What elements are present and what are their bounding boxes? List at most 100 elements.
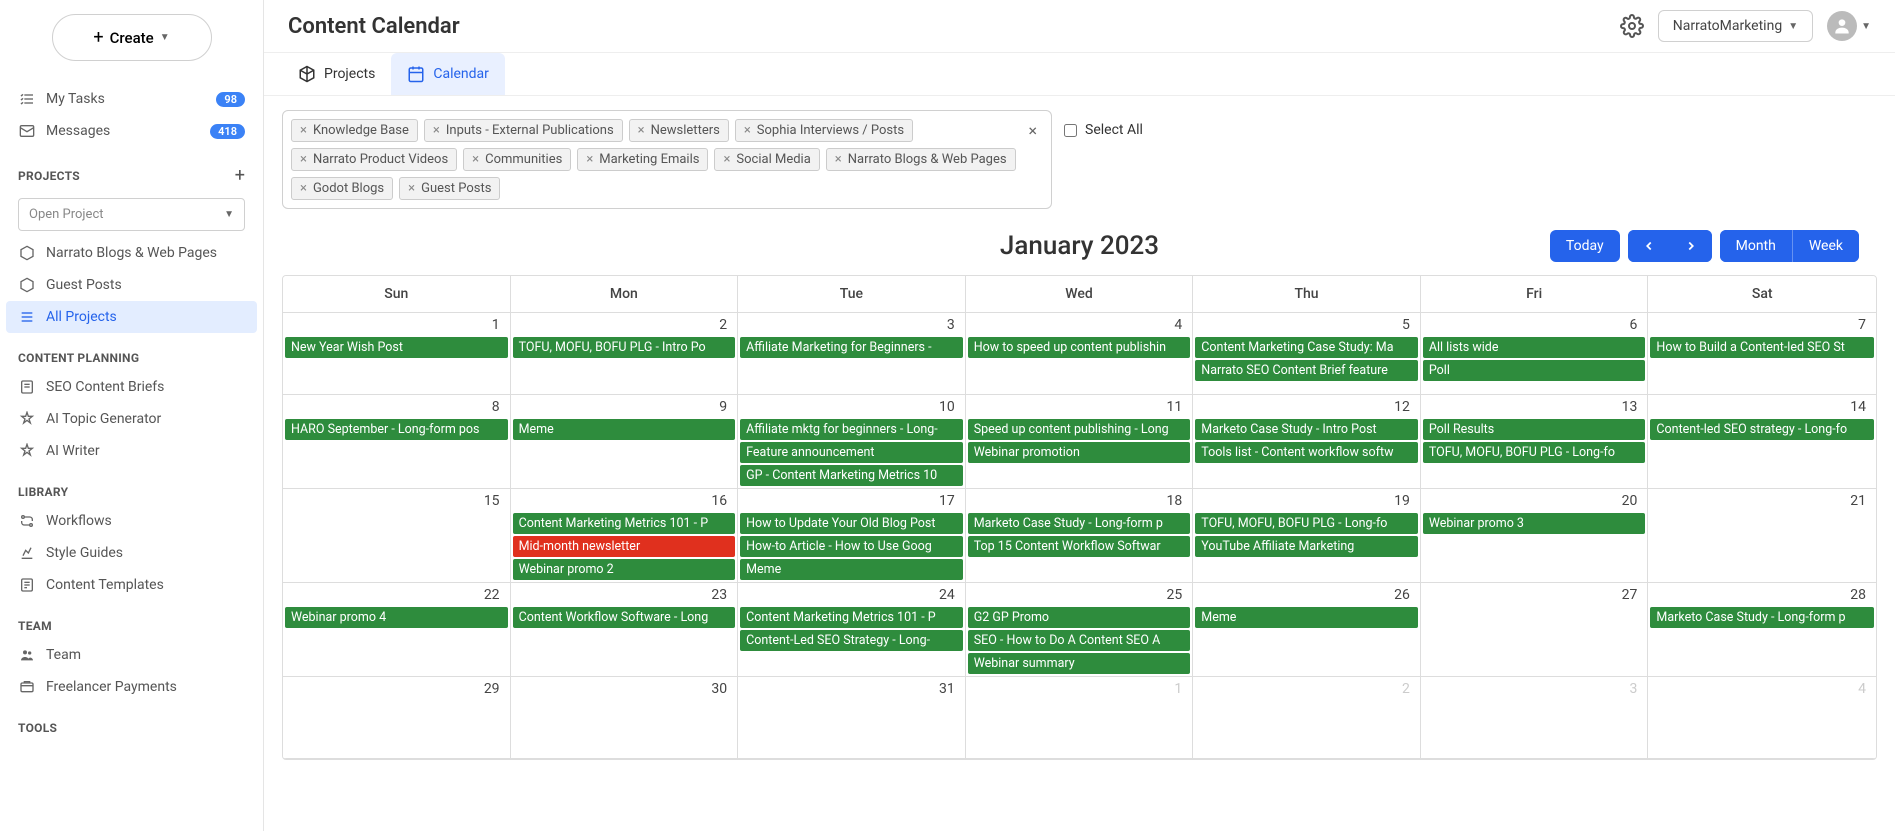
calendar-event[interactable]: Marketo Case Study - Long-form p: [1650, 607, 1874, 628]
calendar-event[interactable]: Content Workflow Software - Long: [513, 607, 736, 628]
calendar-event[interactable]: TOFU, MOFU, BOFU PLG - Long-fo: [1423, 442, 1646, 463]
remove-chip-icon[interactable]: ×: [408, 181, 415, 196]
calendar-cell[interactable]: 24Content Marketing Metrics 101 - PConte…: [738, 583, 966, 677]
calendar-event[interactable]: Affiliate Marketing for Beginners -: [740, 337, 963, 358]
filter-chip[interactable]: ×Knowledge Base: [291, 119, 418, 142]
week-view-button[interactable]: Week: [1792, 230, 1859, 262]
remove-chip-icon[interactable]: ×: [472, 152, 479, 167]
month-view-button[interactable]: Month: [1720, 230, 1792, 262]
calendar-event[interactable]: Meme: [1195, 607, 1418, 628]
tab-projects[interactable]: Projects: [282, 53, 391, 95]
calendar-event[interactable]: All lists wide: [1423, 337, 1646, 358]
calendar-event[interactable]: Narrato SEO Content Brief feature: [1195, 360, 1418, 381]
remove-chip-icon[interactable]: ×: [638, 123, 645, 138]
calendar-cell[interactable]: 30: [511, 677, 739, 759]
calendar-event[interactable]: Tools list - Content workflow softw: [1195, 442, 1418, 463]
calendar-event[interactable]: Marketo Case Study - Intro Post: [1195, 419, 1418, 440]
calendar-cell[interactable]: 10Affiliate mktg for beginners - Long-Fe…: [738, 395, 966, 489]
calendar-event[interactable]: Speed up content publishing - Long: [968, 419, 1191, 440]
calendar-event[interactable]: SEO - How to Do A Content SEO A: [968, 630, 1191, 651]
calendar-event[interactable]: Webinar promo 2: [513, 559, 736, 580]
sidebar-item-team[interactable]: Team: [0, 639, 263, 671]
today-button[interactable]: Today: [1550, 230, 1620, 262]
calendar-event[interactable]: Top 15 Content Workflow Softwar: [968, 536, 1191, 557]
calendar-cell[interactable]: 23Content Workflow Software - Long: [511, 583, 739, 677]
filter-chip[interactable]: ×Marketing Emails: [577, 148, 708, 171]
calendar-cell[interactable]: 11Speed up content publishing - LongWebi…: [966, 395, 1194, 489]
remove-chip-icon[interactable]: ×: [744, 123, 751, 138]
calendar-cell[interactable]: 1New Year Wish Post: [283, 313, 511, 395]
calendar-cell[interactable]: 22Webinar promo 4: [283, 583, 511, 677]
calendar-event[interactable]: Marketo Case Study - Long-form p: [968, 513, 1191, 534]
calendar-event[interactable]: Content-Led SEO Strategy - Long-: [740, 630, 963, 651]
calendar-event[interactable]: How to Update Your Old Blog Post: [740, 513, 963, 534]
tab-calendar[interactable]: Calendar: [391, 53, 505, 95]
calendar-event[interactable]: Meme: [513, 419, 736, 440]
clear-filters-icon[interactable]: ×: [1022, 119, 1043, 142]
filter-chip[interactable]: ×Narrato Product Videos: [291, 148, 457, 171]
calendar-event[interactable]: Mid-month newsletter: [513, 536, 736, 557]
calendar-cell[interactable]: 21: [1648, 489, 1876, 583]
sidebar-item-all-projects[interactable]: All Projects: [6, 301, 257, 333]
calendar-cell[interactable]: 3: [1421, 677, 1649, 759]
workspace-select[interactable]: NarratoMarketing ▼: [1658, 10, 1813, 42]
calendar-cell[interactable]: 5Content Marketing Case Study: MaNarrato…: [1193, 313, 1421, 395]
calendar-cell[interactable]: 12Marketo Case Study - Intro PostTools l…: [1193, 395, 1421, 489]
calendar-event[interactable]: Content Marketing Metrics 101 - P: [740, 607, 963, 628]
calendar-cell[interactable]: 6All lists widePoll: [1421, 313, 1649, 395]
calendar-event[interactable]: GP - Content Marketing Metrics 10: [740, 465, 963, 486]
calendar-cell[interactable]: 26Meme: [1193, 583, 1421, 677]
filter-chip[interactable]: ×Social Media: [714, 148, 819, 171]
sidebar-item-ai-writer[interactable]: AI Writer: [0, 435, 263, 467]
calendar-cell[interactable]: 25G2 GP PromoSEO - How to Do A Content S…: [966, 583, 1194, 677]
next-button[interactable]: [1670, 230, 1712, 262]
sidebar-item-seo-content-briefs[interactable]: SEO Content Briefs: [0, 371, 263, 403]
remove-chip-icon[interactable]: ×: [723, 152, 730, 167]
calendar-event[interactable]: Webinar promotion: [968, 442, 1191, 463]
prev-button[interactable]: [1628, 230, 1670, 262]
calendar-cell[interactable]: 8HARO September - Long-form pos: [283, 395, 511, 489]
remove-chip-icon[interactable]: ×: [300, 123, 307, 138]
select-all-checkbox[interactable]: Select All: [1064, 110, 1143, 138]
calendar-cell[interactable]: 27: [1421, 583, 1649, 677]
user-menu[interactable]: ▼: [1827, 11, 1871, 41]
calendar-event[interactable]: TOFU, MOFU, BOFU PLG - Long-fo: [1195, 513, 1418, 534]
calendar-event[interactable]: Feature announcement: [740, 442, 963, 463]
create-button[interactable]: + Create ▼: [52, 14, 212, 61]
calendar-cell[interactable]: 31: [738, 677, 966, 759]
calendar-event[interactable]: G2 GP Promo: [968, 607, 1191, 628]
filter-chip[interactable]: ×Guest Posts: [399, 177, 500, 200]
calendar-cell[interactable]: 4How to speed up content publishin: [966, 313, 1194, 395]
calendar-event[interactable]: Affiliate mktg for beginners - Long-: [740, 419, 963, 440]
calendar-cell[interactable]: 18Marketo Case Study - Long-form pTop 15…: [966, 489, 1194, 583]
calendar-event[interactable]: Content-led SEO strategy - Long-fo: [1650, 419, 1874, 440]
calendar-event[interactable]: YouTube Affiliate Marketing: [1195, 536, 1418, 557]
filter-chips-box[interactable]: ×Knowledge Base×Inputs - External Public…: [282, 110, 1052, 209]
calendar-event[interactable]: How-to Article - How to Use Goog: [740, 536, 963, 557]
calendar-event[interactable]: Content Marketing Case Study: Ma: [1195, 337, 1418, 358]
filter-chip[interactable]: ×Newsletters: [629, 119, 729, 142]
remove-chip-icon[interactable]: ×: [433, 123, 440, 138]
calendar-cell[interactable]: 2: [1193, 677, 1421, 759]
sidebar-item-ai-topic-generator[interactable]: AI Topic Generator: [0, 403, 263, 435]
calendar-event[interactable]: Webinar summary: [968, 653, 1191, 674]
calendar-cell[interactable]: 2TOFU, MOFU, BOFU PLG - Intro Po: [511, 313, 739, 395]
remove-chip-icon[interactable]: ×: [586, 152, 593, 167]
calendar-cell[interactable]: 4: [1648, 677, 1876, 759]
sidebar-item-style-guides[interactable]: Style Guides: [0, 537, 263, 569]
sidebar-item-narrato-blogs-web-pages[interactable]: Narrato Blogs & Web Pages: [0, 237, 263, 269]
sidebar-item-freelancer-payments[interactable]: Freelancer Payments: [0, 671, 263, 703]
calendar-event[interactable]: Poll: [1423, 360, 1646, 381]
calendar-cell[interactable]: 1: [966, 677, 1194, 759]
calendar-event[interactable]: How to Build a Content-led SEO St: [1650, 337, 1874, 358]
calendar-cell[interactable]: 16Content Marketing Metrics 101 - PMid-m…: [511, 489, 739, 583]
calendar-cell[interactable]: 7How to Build a Content-led SEO St: [1648, 313, 1876, 395]
sidebar-item-workflows[interactable]: Workflows: [0, 505, 263, 537]
sidebar-item-messages[interactable]: Messages 418: [0, 115, 263, 147]
add-project-icon[interactable]: +: [235, 165, 245, 186]
sidebar-item-my-tasks[interactable]: My Tasks 98: [0, 83, 263, 115]
remove-chip-icon[interactable]: ×: [300, 152, 307, 167]
filter-chip[interactable]: ×Communities: [463, 148, 571, 171]
sidebar-item-content-templates[interactable]: Content Templates: [0, 569, 263, 601]
open-project-select[interactable]: Open Project ▼: [18, 198, 245, 231]
